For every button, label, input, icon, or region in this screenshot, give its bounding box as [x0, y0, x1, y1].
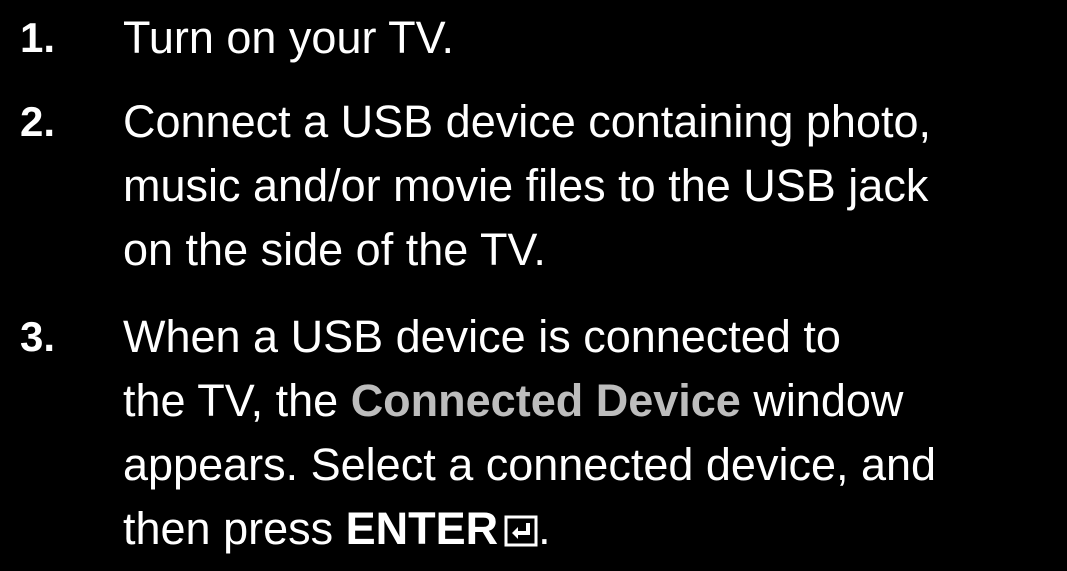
step-line: on the side of the TV.	[123, 224, 546, 275]
step-text: Turn on your TV.	[123, 6, 1063, 70]
step-number: 2.	[20, 98, 56, 145]
step-number: 3.	[20, 313, 56, 360]
instruction-steps: 1. Turn on your TV. 2. Connect a USB dev…	[0, 0, 1067, 571]
enter-key-label: ENTER	[345, 503, 499, 554]
enter-icon	[504, 515, 538, 547]
step-line: music and/or movie files to the USB jack	[123, 160, 929, 211]
step-line: When a USB device is connected to	[123, 311, 841, 362]
step-text: When a USB device is connected to the TV…	[123, 305, 1063, 561]
step-line: Turn on your TV.	[123, 12, 455, 63]
text-fragment: .	[538, 503, 551, 554]
step-line: Connect a USB device containing photo,	[123, 96, 932, 147]
step-line: appears. Select a connected device, and	[123, 439, 937, 490]
step-line: then press ENTER .	[123, 497, 1063, 561]
step-line: the TV, the Connected Device window	[123, 369, 1063, 433]
text-fragment: the TV, the	[123, 375, 351, 426]
text-fragment: window	[740, 375, 904, 426]
step-number: 1.	[20, 14, 56, 61]
connected-device-term: Connected Device	[350, 375, 741, 426]
step-text: Connect a USB device containing photo, m…	[123, 90, 1063, 282]
text-fragment: then press	[123, 503, 346, 554]
